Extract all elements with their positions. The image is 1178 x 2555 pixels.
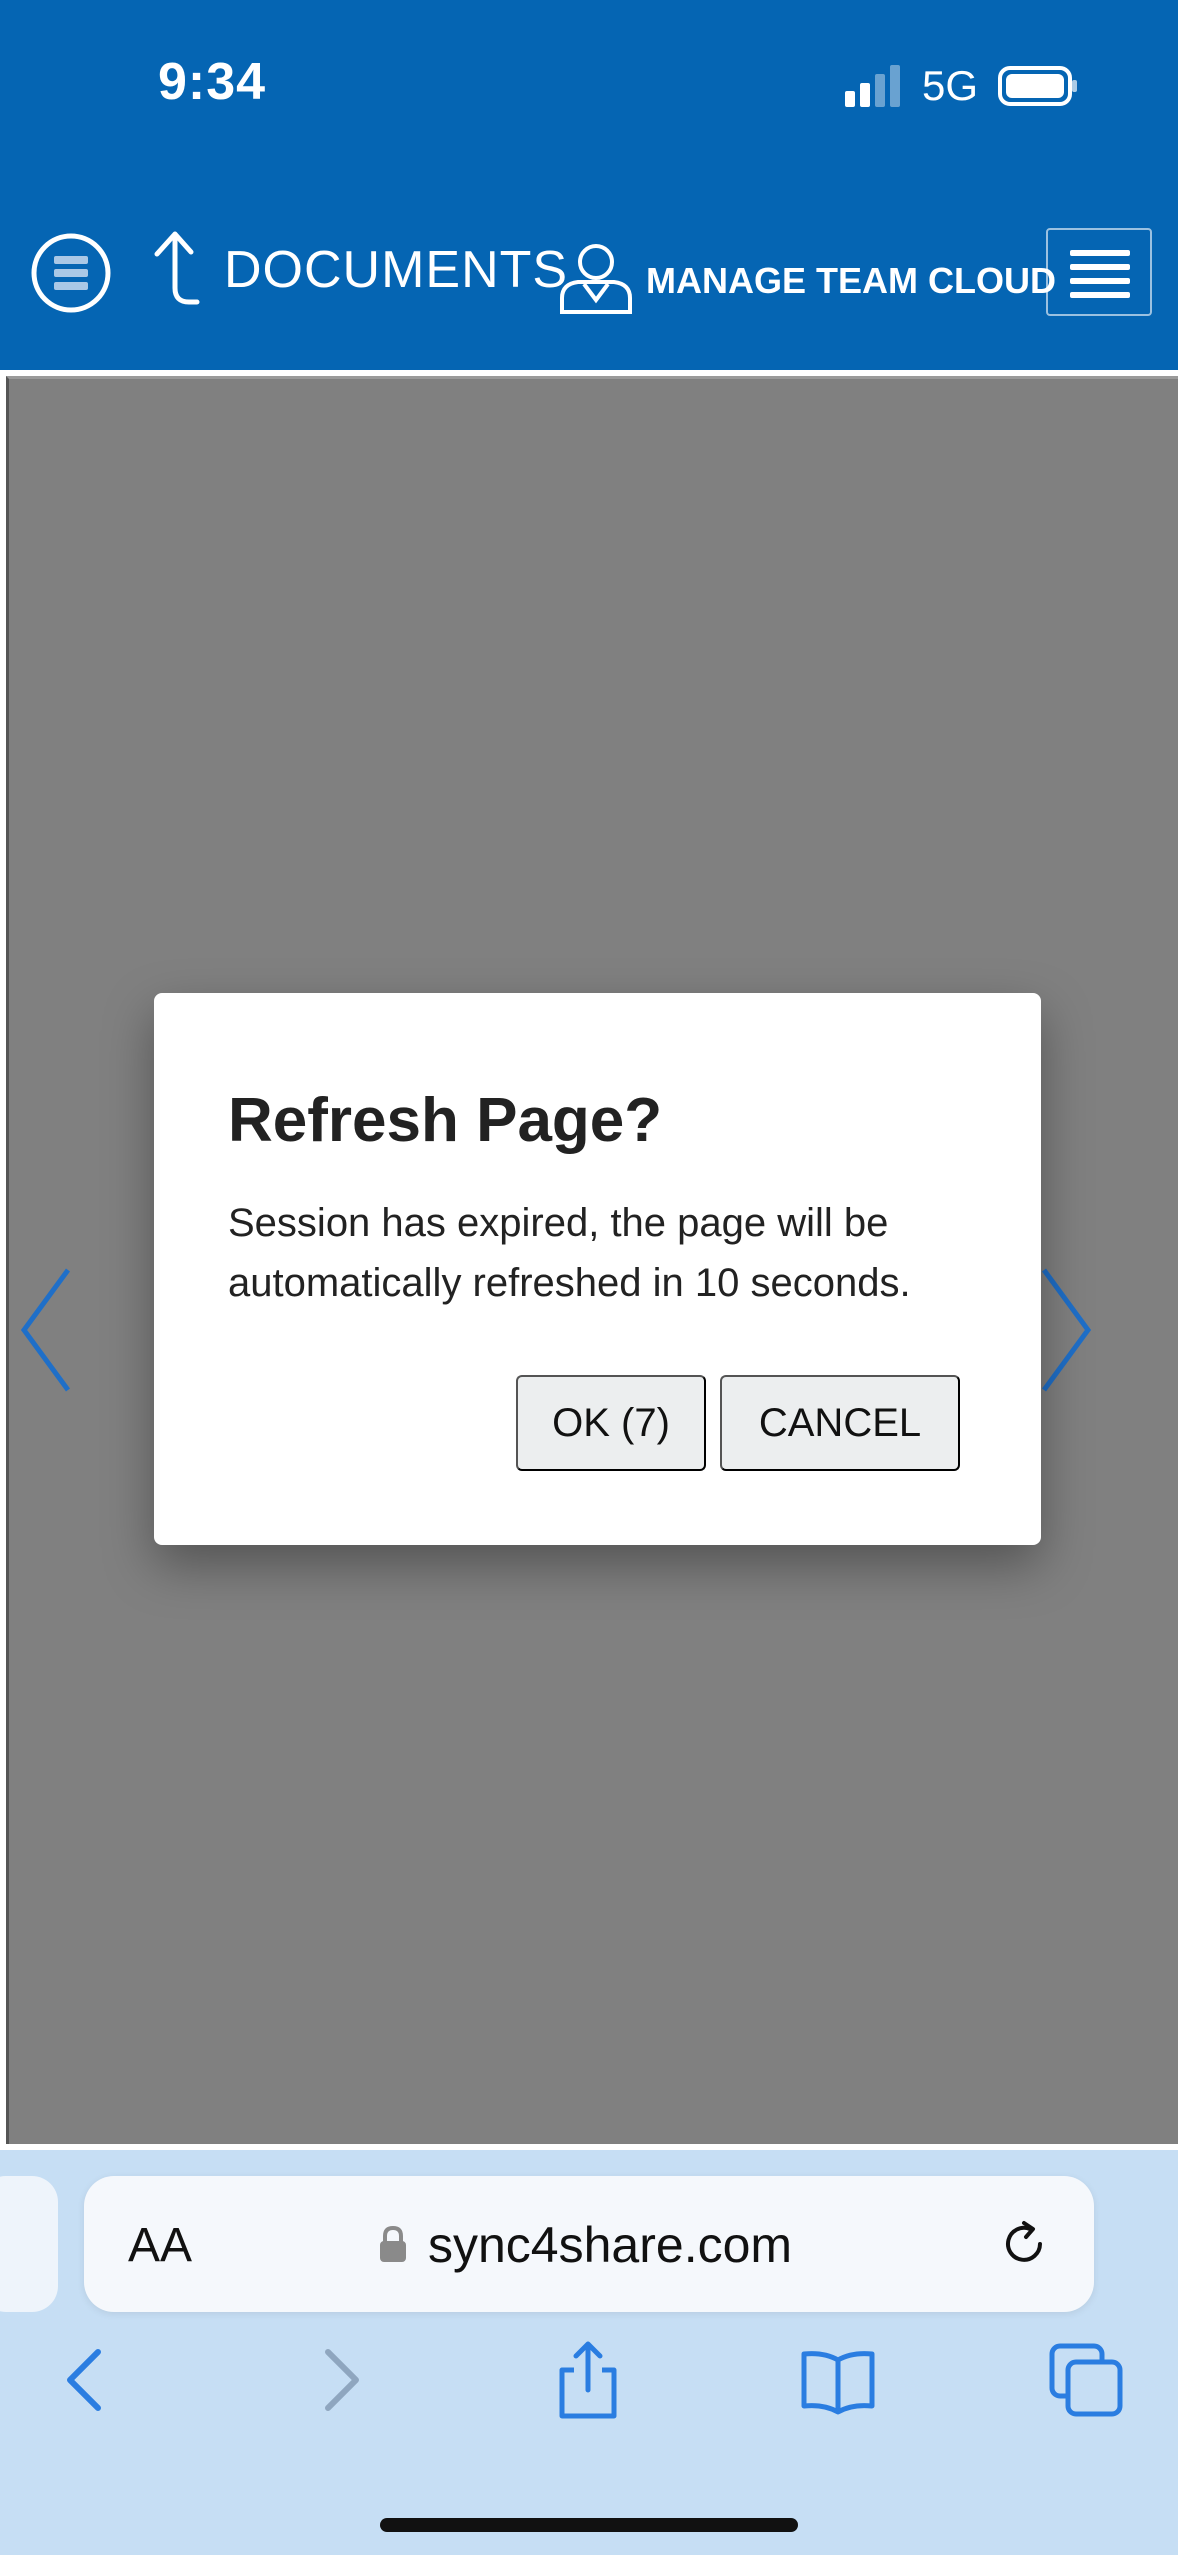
previous-tab-stub[interactable] bbox=[0, 2176, 58, 2312]
chevron-right-icon[interactable] bbox=[1036, 1260, 1096, 1400]
url-text[interactable]: sync4share.com bbox=[428, 2216, 792, 2274]
status-time: 9:34 bbox=[158, 53, 267, 111]
network-type: 5G bbox=[922, 62, 979, 109]
dialog-message: Session has expired, the page will be au… bbox=[228, 1201, 911, 1305]
address-bar[interactable]: AA sync4share.com bbox=[84, 2176, 1094, 2312]
up-arrow-icon[interactable] bbox=[145, 228, 205, 312]
ok-button[interactable]: OK (7) bbox=[516, 1375, 706, 1471]
tabs-icon[interactable] bbox=[1046, 2340, 1126, 2420]
chevron-left-icon[interactable] bbox=[16, 1260, 76, 1400]
app-header: 9:34 5G DOCUMENTS MANAGE TEAM CLOUD bbox=[0, 0, 1178, 370]
refresh-dialog: Refresh Page? Session has expired, the p… bbox=[154, 993, 1041, 1545]
menu-circle-icon[interactable] bbox=[30, 232, 112, 314]
text-size-button[interactable]: AA bbox=[128, 2218, 192, 2273]
dialog-title: Refresh Page? bbox=[228, 1086, 663, 1155]
lock-icon bbox=[380, 2225, 406, 2262]
home-indicator bbox=[380, 2518, 798, 2532]
manage-team-cloud-link[interactable]: MANAGE TEAM CLOUD bbox=[646, 260, 1056, 302]
toolbar: DOCUMENTS MANAGE TEAM CLOUD bbox=[0, 218, 1178, 328]
documents-link[interactable]: DOCUMENTS bbox=[224, 240, 568, 300]
bookmarks-icon[interactable] bbox=[798, 2340, 878, 2420]
battery-icon bbox=[998, 66, 1077, 106]
signal-icon bbox=[845, 65, 900, 107]
forward-icon[interactable] bbox=[300, 2340, 380, 2420]
browser-toolbar: AA sync4share.com bbox=[0, 2150, 1178, 2555]
hamburger-icon[interactable] bbox=[1046, 228, 1152, 316]
person-icon bbox=[560, 244, 632, 314]
cancel-button[interactable]: CANCEL bbox=[720, 1375, 960, 1471]
share-icon[interactable] bbox=[548, 2340, 628, 2420]
reload-icon[interactable] bbox=[996, 2216, 1052, 2272]
back-icon[interactable] bbox=[46, 2340, 126, 2420]
